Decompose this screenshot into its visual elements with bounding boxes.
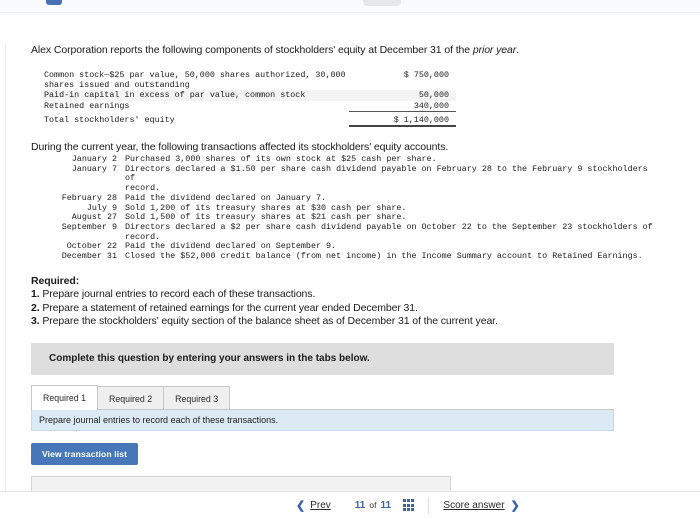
- intro-text-after: .: [516, 44, 520, 56]
- equity-table-row: Total stockholders' equity $ 1,140,000: [41, 114, 456, 128]
- required-item-number: 3.: [31, 315, 40, 328]
- tab-info-bar: Prepare journal entries to record each o…: [31, 409, 614, 431]
- page-indicator: 11 of 11: [355, 500, 391, 511]
- required-item: 1. Prepare journal entries to record eac…: [31, 288, 690, 302]
- chevron-right-icon: ❯: [510, 499, 520, 512]
- complete-question-banner-text: Complete this question by entering your …: [49, 353, 370, 365]
- intro-text-before: Alex Corporation reports the following c…: [31, 44, 473, 56]
- equity-row-amount: $ 750,000: [403, 70, 449, 80]
- complete-question-banner: Complete this question by entering your …: [31, 342, 614, 375]
- prev-button-label: Prev: [310, 499, 331, 511]
- tab-required-1[interactable]: Required 1: [31, 384, 99, 410]
- transaction-description: Directors declared a $1.50 per share cas…: [125, 163, 648, 194]
- tab-required-2[interactable]: Required 2: [97, 385, 165, 410]
- transaction-description: Closed the $52,000 credit balance (from …: [125, 251, 643, 262]
- nav-divider: [428, 496, 430, 514]
- required-item-number: 2.: [31, 301, 40, 314]
- top-chrome-blue-marker: [46, 0, 62, 5]
- equity-row-amount: 340,000: [349, 100, 456, 112]
- equity-row-label: Total stockholders' equity: [44, 114, 175, 125]
- tab-info-bar-text: Prepare journal entries to record each o…: [39, 414, 279, 425]
- required-item-text: Prepare journal entries to record each o…: [39, 288, 316, 301]
- required-heading: Required:: [31, 274, 80, 287]
- tab-required-3[interactable]: Required 3: [163, 385, 231, 410]
- bottom-navigation-bar: ❮ Prev 11 of 11 Score answer ❯: [0, 491, 700, 518]
- required-item-text: Prepare the stockholders' equity section…: [39, 315, 498, 328]
- question-card: Alex Corporation reports the following c…: [5, 44, 700, 518]
- equity-table: Common stock—$25 par value, 50,000 share…: [41, 70, 456, 128]
- equity-row-amount: $ 1,140,000: [349, 114, 456, 128]
- score-answer-label: Score answer: [443, 499, 505, 511]
- transaction-row: January 7 Directors declared a $1.50 per …: [31, 163, 656, 194]
- top-chrome-strip: [0, 0, 700, 13]
- transaction-date: September 9: [61, 221, 117, 232]
- required-block: Required: 1. Prepare journal entries to …: [31, 275, 690, 329]
- required-item-text: Prepare a statement of retained earnings…: [39, 301, 418, 314]
- during-heading: During the current year, the following t…: [31, 141, 449, 154]
- transaction-description: Directors declared a $2 per share cash d…: [125, 221, 653, 242]
- top-chrome-pill: [363, 0, 401, 6]
- page-of-label: of: [369, 500, 377, 510]
- prev-button[interactable]: ❮ Prev: [296, 499, 331, 512]
- required-item-number: 1.: [31, 288, 40, 301]
- transaction-date: January 7: [71, 163, 117, 174]
- chevron-left-icon: ❮: [296, 499, 306, 512]
- transaction-row: September 9 Directors declared a $2 per s…: [31, 221, 656, 242]
- equity-row-label: Common stock—$25 par value, 50,000 share…: [44, 70, 346, 91]
- screenshot-root: Alex Corporation reports the following c…: [0, 0, 700, 518]
- required-item: 2. Prepare a statement of retained earni…: [31, 302, 690, 316]
- transaction-row: December 31 Closed the $52,000 credit bal…: [31, 251, 656, 262]
- page-total: 11: [380, 499, 392, 511]
- equity-table-row: Paid-in capital in excess of par value, …: [41, 90, 456, 101]
- grid-icon[interactable]: [403, 499, 415, 511]
- required-tabs: Required 1 Required 2 Required 3: [31, 384, 614, 410]
- question-content: Alex Corporation reports the following c…: [31, 44, 690, 518]
- equity-table-row: Common stock—$25 par value, 50,000 share…: [41, 70, 456, 90]
- transactions-table: January 2 Purchased 3,000 shares of its o…: [31, 154, 656, 262]
- equity-row-label: Paid-in capital in excess of par value, …: [41, 90, 349, 101]
- intro-paragraph: Alex Corporation reports the following c…: [31, 44, 690, 57]
- score-answer-button[interactable]: Score answer ❯: [443, 499, 519, 512]
- intro-text-italic: prior year: [472, 44, 517, 56]
- equity-row-amount: 50,000: [349, 90, 456, 101]
- equity-table-row: Retained earnings 340,000: [41, 100, 456, 112]
- view-transaction-list-button[interactable]: View transaction list: [31, 442, 139, 465]
- page-current: 11: [354, 499, 366, 511]
- transaction-date: December 31: [61, 251, 117, 262]
- equity-row-label: Retained earnings: [44, 100, 130, 111]
- tab-underline: [31, 408, 614, 410]
- required-item: 3. Prepare the stockholders' equity sect…: [31, 315, 690, 329]
